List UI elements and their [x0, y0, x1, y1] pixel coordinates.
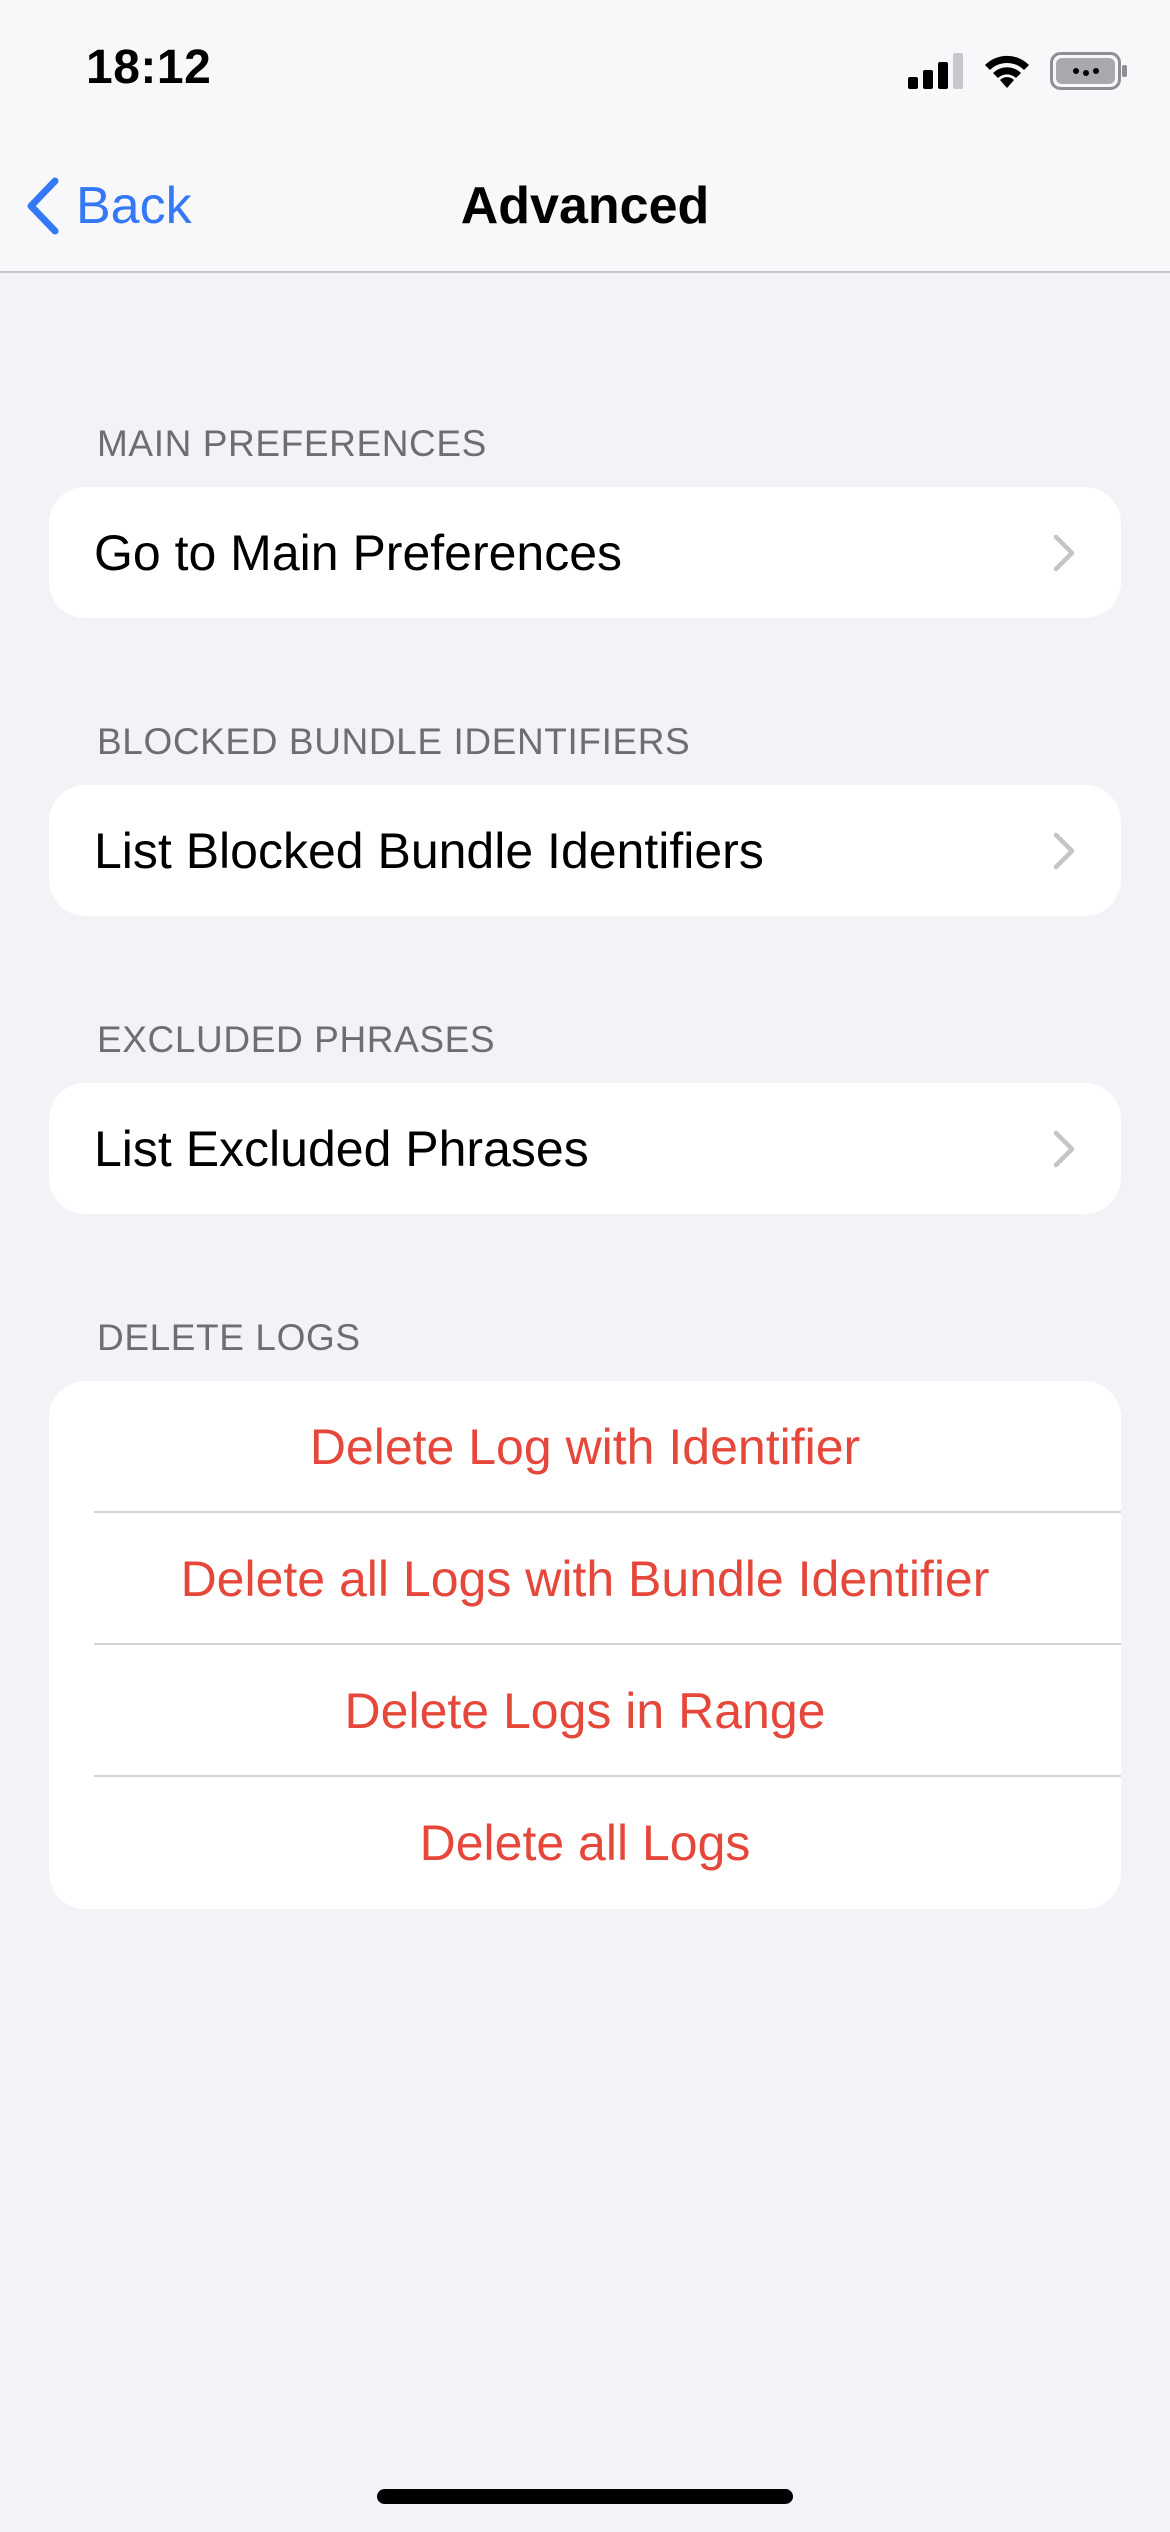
- row-label: List Excluded Phrases: [94, 1120, 589, 1177]
- chevron-right-icon: [1053, 534, 1075, 571]
- row-label: List Blocked Bundle Identifiers: [94, 822, 764, 879]
- button-label: Delete Logs in Range: [344, 1683, 826, 1739]
- button-label: Delete all Logs: [419, 1815, 751, 1871]
- section-header-blocked-bundle-identifiers: BLOCKED BUNDLE IDENTIFIERS: [97, 721, 691, 762]
- chevron-right-icon: [1053, 1130, 1075, 1167]
- go-to-main-preferences-row[interactable]: Go to Main Preferences: [49, 487, 1121, 618]
- section-header-main-preferences: MAIN PREFERENCES: [97, 423, 487, 464]
- button-label: Delete Log with Identifier: [309, 1419, 861, 1475]
- cellular-signal-icon: [908, 53, 963, 89]
- battery-icon: [1050, 52, 1127, 90]
- blocked-bundle-identifiers-group: List Blocked Bundle Identifiers: [49, 785, 1121, 916]
- delete-logs-group: Delete Log with Identifier Delete all Lo…: [49, 1381, 1121, 1909]
- status-icons: [908, 50, 1130, 92]
- section-header-delete-logs: DELETE LOGS: [97, 1317, 361, 1358]
- delete-all-logs-with-bundle-identifier-button[interactable]: Delete all Logs with Bundle Identifier: [49, 1513, 1121, 1645]
- button-label: Delete all Logs with Bundle Identifier: [180, 1551, 990, 1607]
- main-preferences-group: Go to Main Preferences: [49, 487, 1121, 618]
- delete-log-with-identifier-button[interactable]: Delete Log with Identifier: [49, 1381, 1121, 1513]
- wifi-icon: [985, 55, 1029, 88]
- home-indicator[interactable]: [377, 2489, 793, 2504]
- list-blocked-bundle-identifiers-row[interactable]: List Blocked Bundle Identifiers: [49, 785, 1121, 916]
- navigation-bar: 18:12 Back Advanced: [0, 0, 1170, 273]
- delete-all-logs-button[interactable]: Delete all Logs: [49, 1777, 1121, 1909]
- chevron-right-icon: [1053, 832, 1075, 869]
- list-excluded-phrases-row[interactable]: List Excluded Phrases: [49, 1083, 1121, 1214]
- row-label: Go to Main Preferences: [94, 524, 623, 581]
- excluded-phrases-group: List Excluded Phrases: [49, 1083, 1121, 1214]
- advanced-screen: 18:12 Back Advanced MAIN PREFERENCES Go …: [0, 0, 1170, 2532]
- delete-logs-in-range-button[interactable]: Delete Logs in Range: [49, 1645, 1121, 1777]
- section-header-excluded-phrases: EXCLUDED PHRASES: [97, 1019, 496, 1060]
- status-time: 18:12: [86, 41, 212, 94]
- page-title: Advanced: [460, 177, 710, 235]
